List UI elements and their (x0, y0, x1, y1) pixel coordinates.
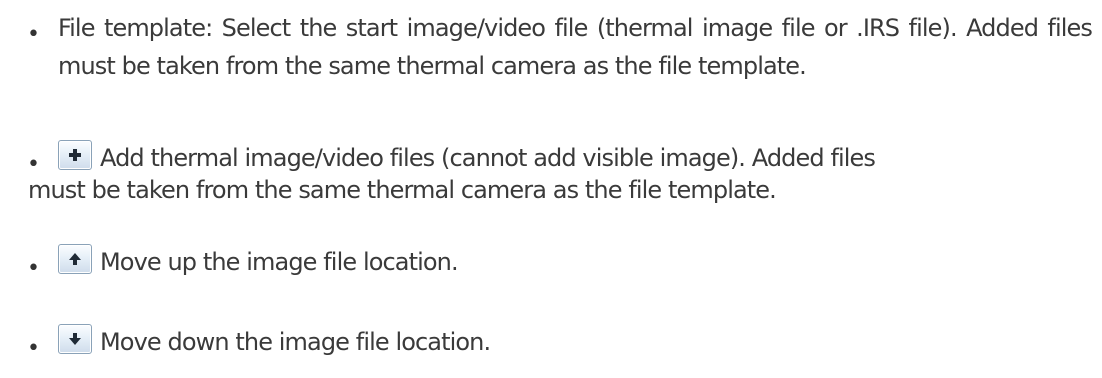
file-template-description: File template: Select the start image/vi… (58, 14, 1093, 80)
add-files-button[interactable] (58, 140, 92, 170)
move-down-button[interactable] (58, 324, 92, 354)
bullet: • (27, 22, 40, 47)
bullet: • (27, 256, 40, 281)
bullet: • (27, 336, 40, 361)
add-files-description-cont: must be taken from the same thermal came… (28, 176, 777, 204)
move-down-description: Move down the image file location. (58, 323, 491, 361)
arrow-up-icon (69, 253, 81, 265)
arrow-down-icon (69, 333, 81, 345)
move-up-text: Move up the image file location. (100, 248, 459, 276)
move-down-text: Move down the image file location. (100, 328, 491, 356)
move-up-button[interactable] (58, 244, 92, 274)
plus-icon (69, 149, 81, 161)
add-files-text-line1: Add thermal image/video files (cannot ad… (100, 144, 876, 172)
move-up-description: Move up the image file location. (58, 243, 459, 281)
